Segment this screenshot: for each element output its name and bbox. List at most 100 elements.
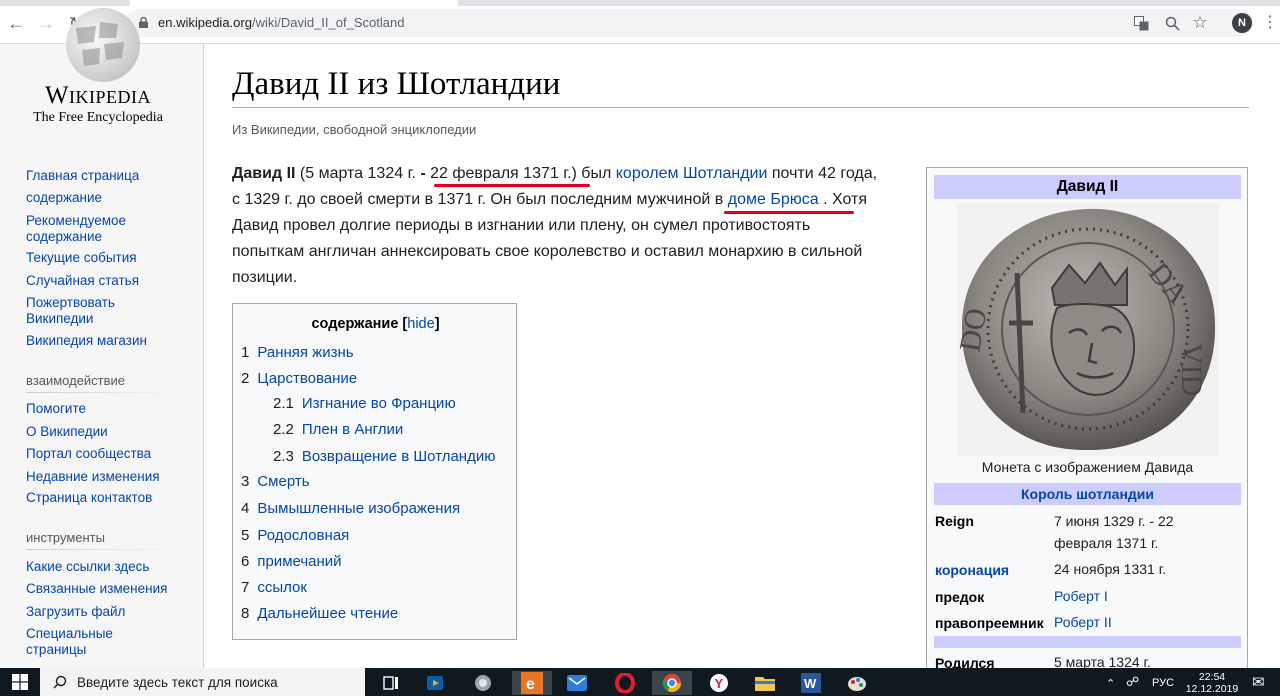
search-icon [53, 675, 67, 689]
start-button[interactable] [0, 668, 40, 696]
sidebar-item-main-page[interactable]: Главная страница [26, 168, 186, 184]
sidebar-item-donate[interactable]: Пожертвовать Википедии [26, 295, 146, 327]
toc-item[interactable]: 4 Вымышленные изображения [241, 500, 460, 517]
infobox-value-predecessor[interactable]: Роберт I [1054, 585, 1239, 607]
sidebar-item-help[interactable]: Помогите [26, 401, 186, 417]
toc-item[interactable]: 1 Ранняя жизнь [241, 344, 354, 361]
language-indicator[interactable]: РУС [1152, 677, 1174, 689]
toc-label: ссылок [257, 579, 307, 596]
page-title: Давид II из Шотландии [232, 66, 561, 102]
windows-taskbar: Введите здесь текст для поиска e Y W ⌃ ☍… [0, 668, 1280, 696]
task-view-icon[interactable] [376, 671, 406, 695]
zoom-icon[interactable] [1162, 13, 1182, 33]
back-arrow-icon[interactable]: ← [6, 14, 26, 34]
toc-label: Возвращение в Шотландию [301, 448, 496, 465]
toc-item[interactable]: 2 Царствование [241, 370, 357, 387]
address-bar[interactable]: en.wikipedia.org/wiki/David_II_of_Scotla… [125, 9, 1253, 37]
infobox-value-line: февраля 1371 г. [1054, 535, 1159, 551]
url-path: /wiki/David_II_of_Scotland [251, 15, 405, 30]
toc-number: 5 [241, 527, 250, 544]
red-annotation-underline [724, 211, 854, 214]
toc-item[interactable]: 5 Родословная [241, 527, 349, 544]
toc-label: примечаний [257, 553, 342, 570]
toc-item[interactable]: 6 примечаний [241, 553, 342, 570]
sidebar-item-store[interactable]: Википедия магазин [26, 333, 186, 349]
url-text[interactable]: en.wikipedia.org/wiki/David_II_of_Scotla… [158, 15, 404, 30]
logo-tagline: The Free Encyclopedia [33, 110, 163, 125]
notifications-icon[interactable]: ✉ [1252, 673, 1265, 691]
infobox-label-coronation[interactable]: коронация [935, 562, 1009, 578]
yandex-browser-icon[interactable]: Y [704, 671, 734, 695]
toc-item[interactable]: 3 Смерть [241, 473, 310, 490]
toc-item[interactable]: 2.1 Изгнание во Францию [273, 395, 456, 412]
bookmark-star-icon[interactable]: ☆ [1190, 13, 1210, 33]
sidebar-item-community[interactable]: Портал сообщества [26, 446, 186, 462]
edge-browser-icon[interactable]: e [512, 671, 552, 695]
wikipedia-logo[interactable]: Wikipedia The Free Encyclopedia [28, 8, 168, 132]
toc-number: 1 [241, 344, 250, 361]
lead-text: . Хотя [818, 191, 867, 208]
coin-icon: DA VID DO [953, 208, 1216, 451]
sidebar-item-related-changes[interactable]: Связанные изменения [26, 581, 186, 597]
sidebar-item-upload[interactable]: Загрузить файл [26, 604, 186, 620]
title-divider [232, 107, 1249, 108]
word-icon[interactable]: W [796, 671, 826, 695]
toc-number: 2.3 [273, 448, 294, 465]
profile-avatar[interactable]: N [1232, 13, 1252, 33]
lock-icon [139, 17, 148, 28]
toc-item[interactable]: 2.2 Плен в Англии [273, 421, 403, 438]
tray-chevron-icon[interactable]: ⌃ [1106, 677, 1115, 690]
sidebar-item-contents[interactable]: содержание [26, 190, 186, 206]
infobox-label-reign: Reign [935, 513, 974, 529]
network-icon[interactable]: ☍ [1126, 674, 1139, 690]
toc-heading: содержание [311, 316, 399, 332]
opera-browser-icon[interactable] [610, 671, 640, 695]
infobox-caption: Монета с изображением Давида [981, 459, 1194, 475]
svg-text:Y: Y [715, 676, 724, 691]
coin-image[interactable]: DA VID DO [953, 203, 1219, 456]
sidebar-item-about[interactable]: О Википедии [26, 424, 186, 440]
infobox-subheader[interactable]: Король шотландии [934, 483, 1241, 505]
toc-title: содержание [hide] [311, 316, 440, 332]
forward-arrow-icon[interactable]: → [36, 14, 56, 34]
file-explorer-icon[interactable] [750, 671, 780, 695]
infobox-label-successor: правопреемник [935, 615, 1044, 631]
paint-icon[interactable] [842, 671, 872, 695]
svg-text:VID: VID [1175, 343, 1208, 396]
toc-item[interactable]: 8 Дальнейшее чтение [241, 605, 398, 622]
toc-hide-link[interactable]: hide [407, 316, 434, 332]
sidebar-item-special-pages[interactable]: Специальные страницы [26, 626, 136, 658]
lead-text: 22 февраля 1371 г. [425, 165, 572, 182]
windows-logo-icon [12, 674, 28, 690]
translate-icon[interactable] [1131, 13, 1151, 33]
toc-item[interactable]: 7 ссылок [241, 579, 307, 596]
sidebar-item-contact[interactable]: Страница контактов [26, 490, 186, 506]
infobox-value-coronation: 24 ноября 1331 г. [1054, 561, 1166, 577]
infobox-value-successor[interactable]: Роберт II [1054, 611, 1239, 633]
media-player-icon[interactable] [420, 671, 450, 695]
house-of-bruce-link[interactable]: доме Брюса [723, 191, 819, 208]
toc-number: 6 [241, 553, 250, 570]
sidebar-item-featured[interactable]: Рекомендуемое содержание [26, 213, 156, 245]
sidebar-item-random[interactable]: Случайная статья [26, 273, 186, 289]
toc-number: 3 [241, 473, 250, 490]
taskbar-search-box[interactable]: Введите здесь текст для поиска [40, 668, 365, 696]
sidebar-item-what-links-here[interactable]: Какие ссылки здесь [26, 559, 186, 575]
clock-time: 22:54 [1198, 671, 1226, 683]
app-circle-icon[interactable] [468, 671, 498, 695]
tab-strip [0, 0, 1280, 6]
sidebar-item-current-events[interactable]: Текущие события [26, 250, 186, 266]
browser-menu-icon[interactable]: ⋮ [1262, 13, 1278, 33]
mail-icon[interactable] [562, 671, 592, 695]
browser-toolbar: ← → ↻ en.wikipedia.org/wiki/David_II_of_… [0, 0, 1280, 44]
lead-text: попыткам англичан аннексировать свое кор… [232, 243, 863, 260]
sidebar-item-recent-changes[interactable]: Недавние изменения [26, 469, 186, 485]
toc-number: 2.2 [273, 421, 294, 438]
active-tab[interactable] [130, 0, 458, 6]
toc-item[interactable]: 2.3 Возвращение в Шотландию [273, 448, 495, 465]
toc-label: Смерть [257, 473, 310, 490]
sidebar-separator [26, 392, 176, 393]
system-clock[interactable]: 22:54 12.12.2019 [1184, 671, 1240, 695]
chrome-browser-icon[interactable] [652, 671, 692, 695]
king-of-scotland-link[interactable]: королем Шотландии [616, 165, 768, 182]
